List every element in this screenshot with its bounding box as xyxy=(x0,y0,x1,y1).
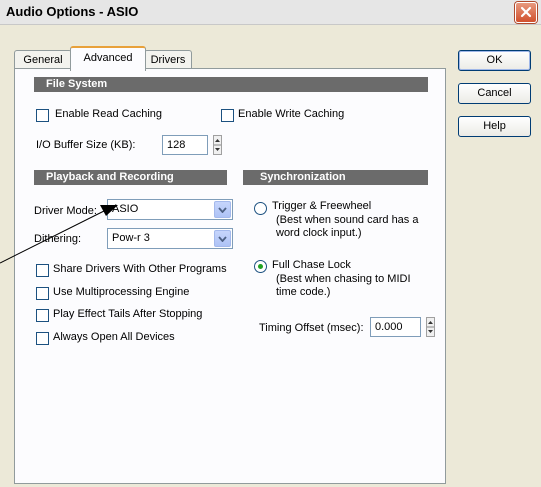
tab-advanced[interactable]: Advanced xyxy=(70,46,146,71)
annotation-arrow-icon xyxy=(0,205,118,264)
